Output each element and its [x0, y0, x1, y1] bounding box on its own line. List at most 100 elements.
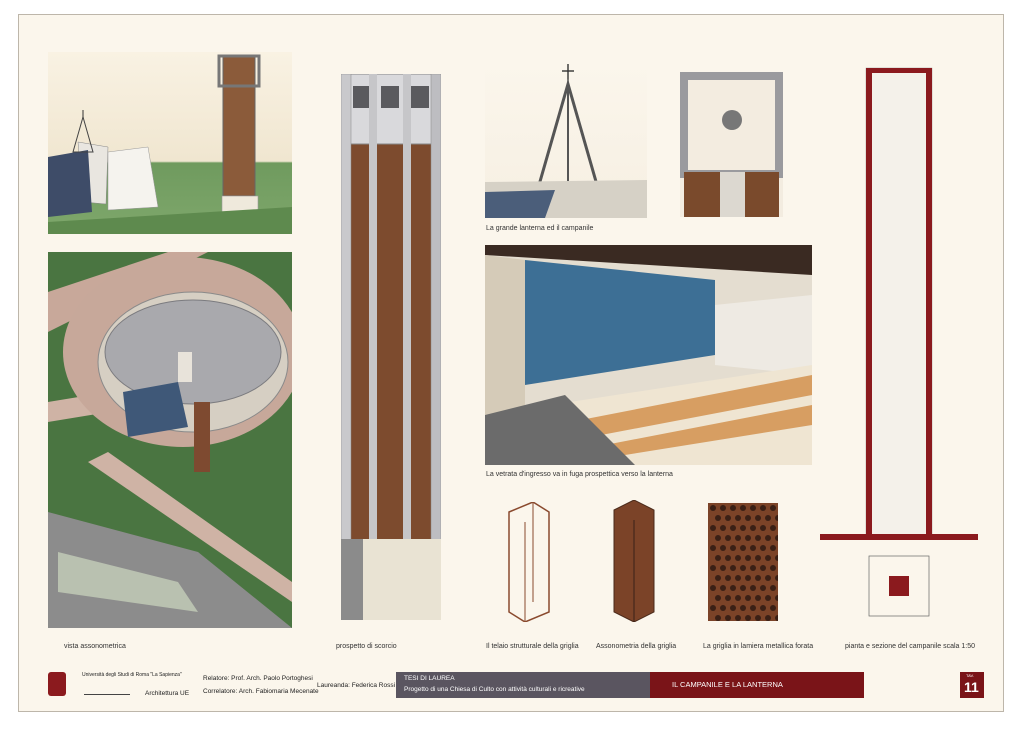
perforation-hole	[750, 525, 756, 531]
perforation-hole	[710, 585, 716, 591]
render-belfry	[680, 72, 783, 217]
render-church-tower	[48, 52, 292, 234]
grid-frame-illustration	[508, 502, 550, 622]
perforation-hole	[720, 605, 726, 611]
perforation-hole	[735, 615, 741, 621]
perforation-hole	[710, 565, 716, 571]
perforation-hole	[755, 535, 761, 541]
tav-label: TAV.	[966, 673, 974, 678]
perforation-hole	[730, 525, 736, 531]
laureanda: Laureanda: Federica Rossi	[317, 682, 396, 689]
perforation-hole	[770, 605, 776, 611]
perforation-hole	[760, 525, 766, 531]
caption-axo-grid: Assonometria della griglia	[596, 643, 677, 650]
tower-plan-illustration	[868, 555, 930, 617]
perforation-hole	[725, 555, 731, 561]
perforation-hole	[740, 505, 746, 511]
grid-axonometric-illustration	[613, 500, 655, 622]
perforation-hole	[745, 535, 751, 541]
caption-perspective: prospetto di scorcio	[336, 643, 397, 650]
perforation-hole	[765, 555, 771, 561]
tav-box: TAV. 11	[960, 672, 984, 698]
perforation-hole	[715, 555, 721, 561]
perforation-hole	[710, 605, 716, 611]
church-tower-illustration	[48, 54, 292, 234]
perforation-hole	[735, 535, 741, 541]
perforation-hole	[760, 565, 766, 571]
perforation-hole	[725, 615, 731, 621]
perforation-hole	[765, 535, 771, 541]
perforation-hole	[720, 505, 726, 511]
perforation-hole	[750, 605, 756, 611]
sheet-title: IL CAMPANILE E LA LANTERNA	[672, 680, 783, 689]
relatore: Relatore: Prof. Arch. Paolo Portoghesi	[203, 675, 313, 682]
perforated-sheet-illustration	[710, 505, 778, 621]
perforation-hole	[715, 615, 721, 621]
perforation-hole	[775, 575, 778, 581]
perforation-hole	[775, 535, 778, 541]
perforation-hole	[715, 595, 721, 601]
render-aerial-view	[48, 252, 292, 628]
sheet-title-bar: IL CAMPANILE E LA LANTERNA	[650, 672, 864, 698]
perforation-hole	[765, 615, 771, 621]
perforation-hole	[745, 575, 751, 581]
correlatore: Correlatore: Arch. Fabiomaria Mecenate	[203, 688, 319, 695]
perforation-hole	[750, 505, 756, 511]
belfry-illustration	[680, 72, 783, 217]
perforation-hole	[755, 515, 761, 521]
perforation-hole	[730, 585, 736, 591]
perforation-hole	[760, 545, 766, 551]
caption-window: La vetrata d'ingresso va in fuga prospet…	[486, 471, 673, 478]
grid-axonometric-drawing	[612, 500, 656, 622]
tower-plan-drawing	[865, 552, 933, 620]
caption-axonometric: vista assonometrica	[64, 643, 126, 650]
perforation-hole	[740, 585, 746, 591]
glass-facade-illustration	[485, 245, 812, 465]
perforation-hole	[740, 605, 746, 611]
perforation-hole	[725, 595, 731, 601]
perforation-hole	[745, 515, 751, 521]
perforation-hole	[770, 545, 776, 551]
perforation-hole	[775, 555, 778, 561]
university-name: Università degli Studi di Roma "La Sapie…	[82, 672, 182, 678]
perforation-hole	[730, 545, 736, 551]
thesis-title: Progetto di una Chiesa di Culto con atti…	[404, 686, 585, 693]
perforation-hole	[730, 505, 736, 511]
perforation-hole	[735, 595, 741, 601]
perforation-hole	[765, 575, 771, 581]
title-block: Università degli Studi di Roma "La Sapie…	[30, 664, 990, 704]
perforation-hole	[730, 565, 736, 571]
perforated-sheet-drawing	[708, 503, 778, 621]
perforation-hole	[720, 525, 726, 531]
perforation-hole	[770, 585, 776, 591]
perforation-hole	[735, 575, 741, 581]
perforation-hole	[760, 605, 766, 611]
perforation-hole	[720, 585, 726, 591]
perforation-hole	[760, 505, 766, 511]
perforation-hole	[765, 515, 771, 521]
perforation-hole	[775, 515, 778, 521]
perforation-hole	[735, 555, 741, 561]
perforation-hole	[775, 595, 778, 601]
thesis-bar: TESI DI LAUREA Progetto di una Chiesa di…	[396, 672, 650, 698]
perforation-hole	[760, 585, 766, 591]
caption-plan: pianta e sezione del campanile scala 1:5…	[845, 643, 975, 650]
caption-lantern: La grande lanterna ed il campanile	[486, 225, 594, 232]
lantern-illustration	[485, 64, 647, 218]
perforation-hole	[710, 505, 716, 511]
render-lantern	[485, 62, 647, 218]
perforation-hole	[755, 555, 761, 561]
university-crest	[48, 672, 66, 696]
perforation-hole	[720, 565, 726, 571]
perforation-hole	[750, 585, 756, 591]
tower-elevation	[341, 74, 441, 620]
perforation-hole	[740, 565, 746, 571]
caption-frame: Il telaio strutturale della griglia	[486, 643, 579, 650]
perforation-hole	[745, 555, 751, 561]
perforation-hole	[725, 535, 731, 541]
perforation-hole	[740, 525, 746, 531]
render-glass-facade	[485, 245, 812, 465]
perforation-hole	[750, 565, 756, 571]
faculty-name: Architettura UE	[145, 690, 190, 697]
perforation-hole	[745, 595, 751, 601]
